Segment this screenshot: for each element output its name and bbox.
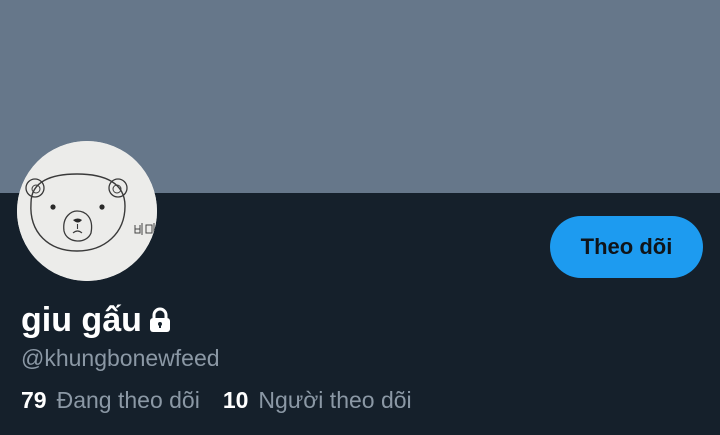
- followers-count: 10: [222, 387, 249, 413]
- avatar[interactable]: [17, 141, 157, 281]
- bear-face-drawing: [17, 141, 157, 281]
- profile-header: Theo dõi giu gấu @khungbonewfeed 79 Đang…: [0, 0, 720, 435]
- profile-stats: 79 Đang theo dõi 10 Người theo dõi: [21, 386, 412, 414]
- follow-button[interactable]: Theo dõi: [550, 216, 703, 278]
- display-name-row: giu gấu: [21, 300, 174, 340]
- followers-link[interactable]: 10 Người theo dõi: [223, 386, 412, 414]
- following-link[interactable]: 79 Đang theo dõi: [21, 386, 200, 414]
- following-label: Đang theo dõi: [56, 387, 200, 413]
- user-handle: @khungbonewfeed: [21, 345, 220, 371]
- lock-icon: [146, 306, 174, 339]
- display-name: giu gấu: [21, 301, 142, 339]
- followers-label: Người theo dõi: [258, 387, 412, 413]
- following-count: 79: [21, 387, 47, 413]
